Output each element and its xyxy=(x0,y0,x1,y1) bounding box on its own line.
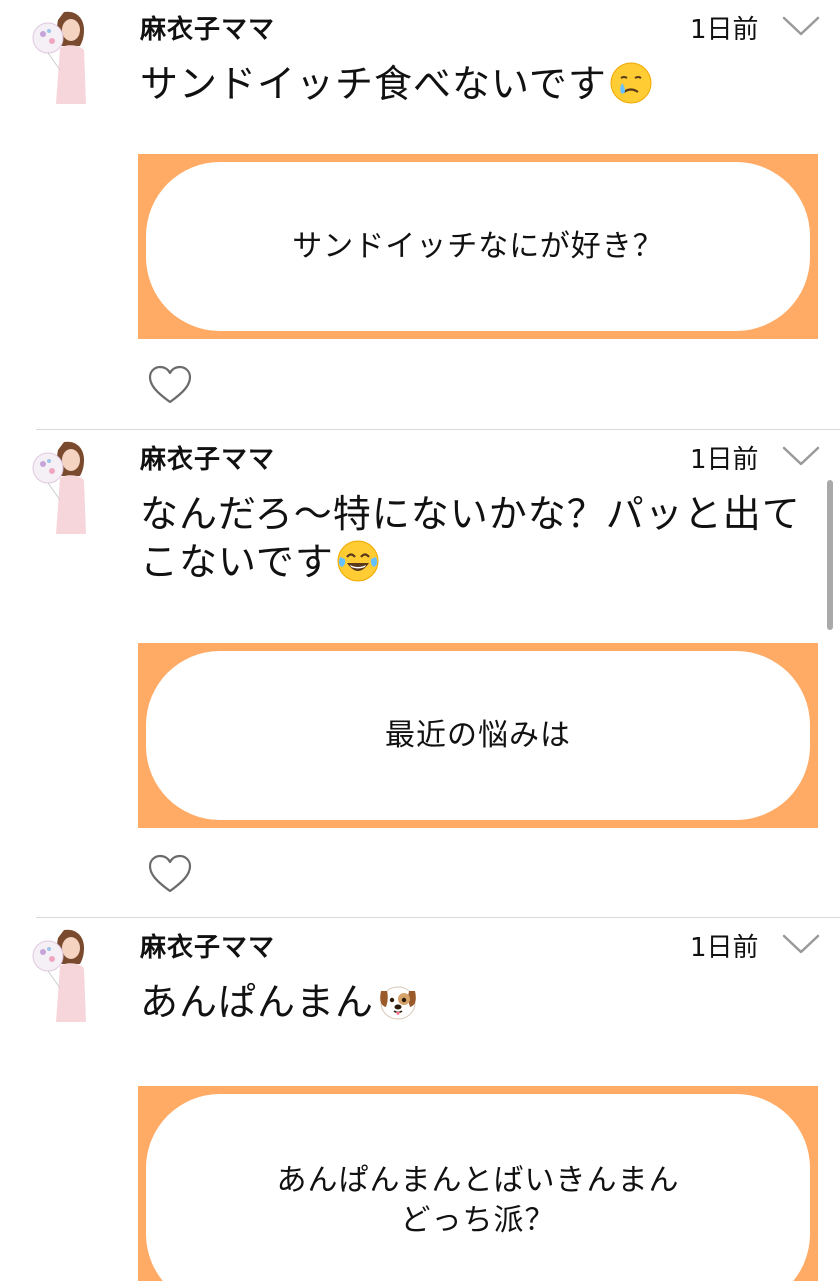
post-text: サンドイッチ食べないです xyxy=(140,60,820,108)
avatar[interactable] xyxy=(30,438,90,536)
post-text-line-2: こないです xyxy=(140,538,820,586)
timestamp: 1日前 xyxy=(690,933,759,963)
heart-icon[interactable] xyxy=(148,365,192,405)
post-text-content: あんぱんまん xyxy=(140,980,375,1024)
question-text-line: あんぱんまんとばいきんまん xyxy=(276,1163,680,1198)
username[interactable]: 麻衣子ママ xyxy=(140,932,275,964)
question-text-line-2: どっち派？ xyxy=(400,1203,556,1238)
question-text: あんぱんまんとばいきんまん どっち派？ xyxy=(146,1094,810,1281)
timestamp: 1日前 xyxy=(690,445,759,475)
avatar[interactable] xyxy=(30,926,90,1024)
dog-face-emoji-icon xyxy=(376,979,420,1023)
question-card[interactable]: あんぱんまんとばいきんまん どっち派？ xyxy=(138,1086,818,1281)
post-text-line: なんだろ〜特にないかな？パッと出て xyxy=(140,492,801,536)
post-text: あんぱんまん xyxy=(140,978,820,1026)
post-text-content: サンドイッチ食べないです xyxy=(140,62,607,106)
post-text-content: こないです xyxy=(140,540,334,584)
chevron-down-icon[interactable] xyxy=(782,444,820,470)
post-item: 麻衣子ママ 1日前 あんぱんまん あんぱんまんとばいきんまん どっち派？ xyxy=(0,918,840,1281)
username[interactable]: 麻衣子ママ xyxy=(140,444,275,476)
post-text: なんだろ〜特にないかな？パッと出て こないです xyxy=(140,490,820,586)
chevron-down-icon[interactable] xyxy=(782,14,820,40)
avatar[interactable] xyxy=(30,8,90,106)
question-text: 最近の悩みは xyxy=(146,651,810,820)
crying-face-emoji-icon xyxy=(609,61,653,105)
question-card[interactable]: 最近の悩みは xyxy=(138,643,818,828)
post-item: 麻衣子ママ 1日前 なんだろ〜特にないかな？パッと出て こないです 最近の悩みは xyxy=(0,430,840,918)
scrollbar[interactable] xyxy=(827,480,833,630)
chevron-down-icon[interactable] xyxy=(782,932,820,958)
username[interactable]: 麻衣子ママ xyxy=(140,14,275,46)
question-card[interactable]: サンドイッチなにが好き？ xyxy=(138,154,818,339)
comment-feed[interactable]: 麻衣子ママ 1日前 サンドイッチ食べないです サンドイッチなにが好き？ 麻衣子マ… xyxy=(0,0,840,1281)
tears-of-joy-emoji-icon xyxy=(336,539,380,583)
post-item: 麻衣子ママ 1日前 サンドイッチ食べないです サンドイッチなにが好き？ xyxy=(0,0,840,430)
timestamp: 1日前 xyxy=(690,15,759,45)
heart-icon[interactable] xyxy=(148,854,192,894)
question-text: サンドイッチなにが好き？ xyxy=(146,162,810,331)
